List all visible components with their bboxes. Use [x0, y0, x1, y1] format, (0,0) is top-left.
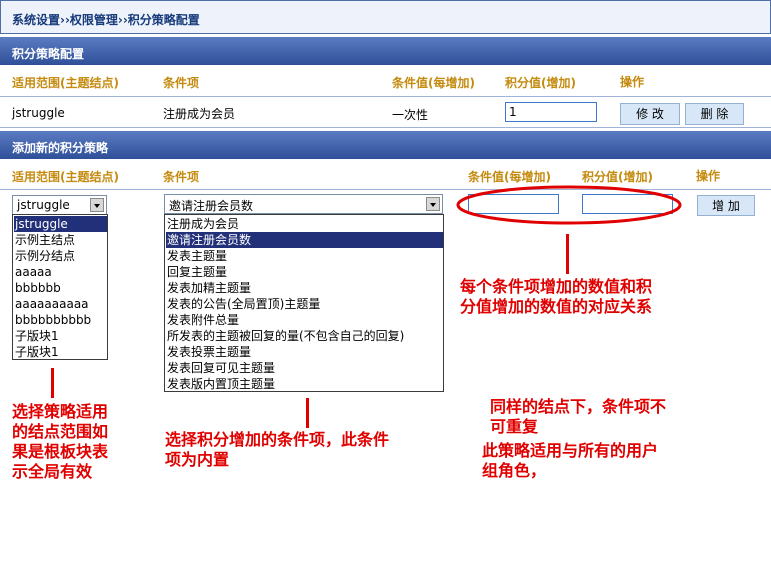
- scope-select[interactable]: jstruggle: [12, 195, 107, 215]
- col-header-condition: 条件项: [163, 76, 200, 90]
- condition-select[interactable]: 邀请注册会员数: [164, 194, 443, 214]
- modify-button[interactable]: 修 改: [620, 103, 680, 125]
- col-header-scope: 适用范围(主题结点): [12, 170, 119, 184]
- condition-annotation: 选择积分增加的条件项，此条件 项为内置: [165, 430, 390, 469]
- annotation-pointer-line: [51, 368, 54, 398]
- scope-options-list[interactable]: jstruggle 示例主结点 示例分结点 aaaaa bbbbbb aaaaa…: [12, 214, 108, 360]
- row-condition-value: 一次性: [392, 108, 429, 122]
- row-divider: [0, 96, 771, 97]
- chevron-down-icon[interactable]: [426, 197, 440, 211]
- condition-options-list[interactable]: 注册成为会员 邀请注册会员数 发表主题量 回复主题量 发表加精主题量 发表的公告…: [164, 214, 444, 392]
- col-header-points: 积分值(增加): [505, 76, 576, 90]
- scope-option[interactable]: bbbbbb: [14, 280, 61, 296]
- condition-option[interactable]: 发表的公告(全局置顶)主题量: [166, 296, 320, 312]
- scope-option[interactable]: 示例主结点: [14, 232, 75, 248]
- annotation-pointer-line: [306, 398, 309, 428]
- col-header-scope: 适用范围(主题结点): [12, 76, 119, 90]
- scope-option[interactable]: jstruggle: [14, 216, 107, 232]
- highlight-ellipse: [456, 185, 682, 225]
- add-section-header: 添加新的积分策略: [0, 131, 771, 159]
- row-points-input[interactable]: [505, 102, 597, 122]
- col-header-action: 操作: [696, 169, 721, 183]
- condition-option[interactable]: 发表附件总量: [166, 312, 239, 328]
- condition-option[interactable]: 注册成为会员: [166, 216, 239, 232]
- col-header-action: 操作: [620, 75, 645, 89]
- condition-option[interactable]: 发表投票主题量: [166, 344, 251, 360]
- row-divider: [0, 127, 771, 128]
- col-header-condition-value: 条件值(每增加): [392, 76, 475, 90]
- condition-option[interactable]: 邀请注册会员数: [166, 232, 443, 248]
- annotation-pointer-line: [566, 234, 569, 274]
- add-button[interactable]: 增 加: [697, 195, 755, 216]
- unique-annotation: 同样的结点下，条件项不 可重复: [490, 397, 667, 436]
- row-condition: 注册成为会员: [163, 107, 236, 121]
- scope-annotation: 选择策略适用 的结点范围如 果是根板块表 示全局有效: [12, 402, 109, 481]
- config-section-header: 积分策略配置: [0, 37, 771, 65]
- condition-select-value: 邀请注册会员数: [169, 199, 254, 213]
- scope-option[interactable]: aaaaa: [14, 264, 52, 280]
- condition-option[interactable]: 发表加精主题量: [166, 280, 251, 296]
- condition-option[interactable]: 发表主题量: [166, 248, 227, 264]
- scope-option[interactable]: bbbbbbbbbb: [14, 312, 91, 328]
- delete-button[interactable]: 删 除: [685, 103, 744, 125]
- breadcrumb: 系统设置››权限管理››积分策略配置: [12, 13, 200, 27]
- condition-option[interactable]: 发表版内置顶主题量: [166, 376, 275, 392]
- scope-option[interactable]: 子版块1: [14, 328, 59, 344]
- scope-select-value: jstruggle: [17, 198, 70, 212]
- condition-option[interactable]: 所发表的主题被回复的量(不包含自己的回复): [166, 328, 404, 344]
- condition-option[interactable]: 发表回复可见主题量: [166, 360, 275, 376]
- row-scope: jstruggle: [12, 106, 65, 120]
- add-section-title: 添加新的积分策略: [12, 141, 109, 155]
- config-section-title: 积分策略配置: [12, 47, 85, 61]
- roles-annotation: 此策略适用与所有的用户 组角色，: [482, 441, 659, 480]
- scope-option[interactable]: aaaaaaaaaa: [14, 296, 89, 312]
- value-annotation: 每个条件项增加的数值和积 分值增加的数值的对应关系: [460, 277, 653, 316]
- scope-option[interactable]: 示例分结点: [14, 248, 75, 264]
- scope-option[interactable]: 子版块1: [14, 344, 59, 360]
- condition-option[interactable]: 回复主题量: [166, 264, 227, 280]
- col-header-condition: 条件项: [163, 170, 200, 184]
- chevron-down-icon[interactable]: [90, 198, 104, 212]
